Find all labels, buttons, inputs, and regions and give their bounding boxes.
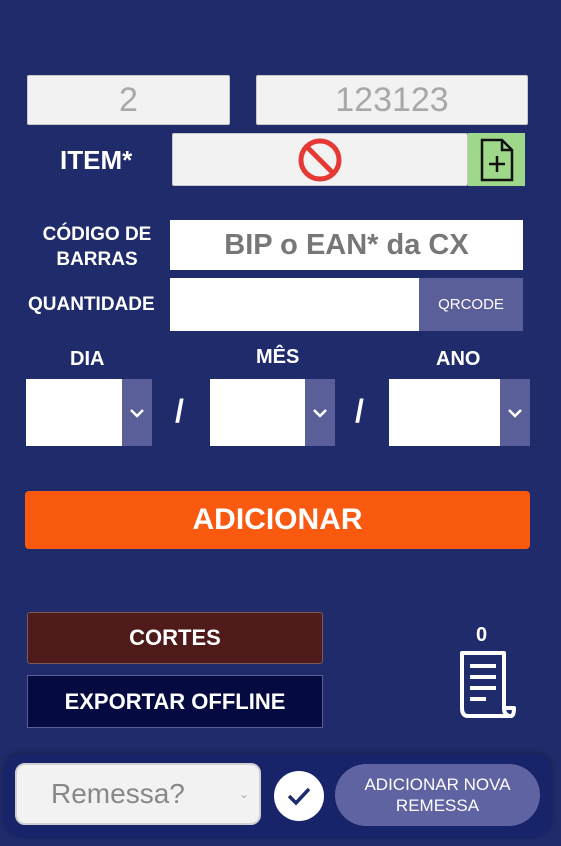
item-label: ITEM* <box>60 145 133 175</box>
year-dropdown-toggle[interactable] <box>500 379 530 446</box>
check-icon <box>287 787 311 806</box>
quantity-input[interactable] <box>170 278 419 331</box>
chevron-down-icon <box>313 408 327 418</box>
remessa-placeholder: Remessa? <box>51 778 185 809</box>
field-right: 123123 <box>256 75 528 125</box>
export-offline-button[interactable]: EXPORTAR OFFLINE <box>27 675 323 728</box>
month-label: MÊS <box>256 346 300 368</box>
month-dropdown-toggle[interactable] <box>305 379 335 446</box>
add-button[interactable]: ADICIONAR <box>25 491 530 549</box>
item-field[interactable] <box>172 133 468 186</box>
chevron-down-icon <box>130 408 144 418</box>
day-select[interactable] <box>26 379 122 446</box>
barcode-label: CÓDIGO DE BARRAS <box>28 222 166 272</box>
receipt-count: 0 <box>476 624 488 646</box>
barcode-input[interactable]: BIP o EAN* da CX <box>170 220 523 270</box>
day-dropdown-toggle[interactable] <box>122 379 152 446</box>
receipt-icon <box>460 651 516 718</box>
date-separator-1: / <box>175 393 184 429</box>
new-document-button[interactable] <box>468 133 525 186</box>
year-select[interactable] <box>389 379 500 446</box>
cortes-button[interactable]: CORTES <box>27 612 323 664</box>
remessa-select[interactable]: Remessa? ⌄ <box>15 763 261 825</box>
year-label: ANO <box>436 348 481 370</box>
prohibited-icon <box>298 138 342 181</box>
day-label: DIA <box>70 348 105 370</box>
field-left: 2 <box>27 75 230 125</box>
file-add-icon <box>480 138 513 181</box>
chevron-down-icon <box>508 408 522 418</box>
confirm-button[interactable] <box>274 771 324 821</box>
date-separator-2: / <box>355 393 364 429</box>
add-remessa-line2: REMESSA <box>395 796 480 815</box>
caret-down-icon: ⌄ <box>238 787 249 801</box>
month-select[interactable] <box>210 379 305 446</box>
qrcode-button[interactable]: QRCODE <box>419 278 523 331</box>
add-new-remessa-button[interactable]: ADICIONAR NOVA REMESSA <box>335 764 540 826</box>
barcode-label-line2: BARRAS <box>56 249 138 270</box>
quantity-label: QUANTIDADE <box>28 294 155 315</box>
receipt-button[interactable] <box>456 650 518 720</box>
add-remessa-line1: ADICIONAR NOVA <box>364 775 511 794</box>
barcode-label-line1: CÓDIGO DE <box>42 224 152 245</box>
